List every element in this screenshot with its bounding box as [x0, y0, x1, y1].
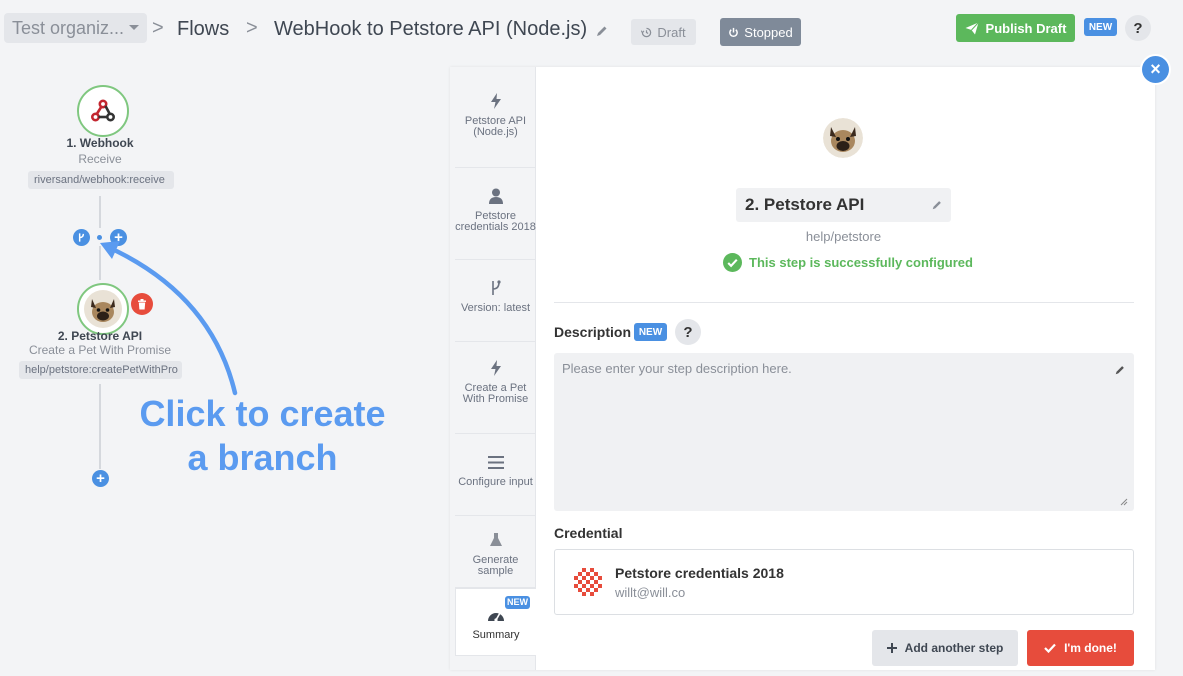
step-webhook-title: 1. Webhook: [66, 136, 134, 150]
history-icon: [641, 27, 652, 37]
flask-icon: [489, 530, 502, 550]
credential-email: willt@will.co: [615, 585, 686, 600]
add-plus-label: +: [96, 470, 105, 487]
tab-summary[interactable]: NEW Summary: [455, 588, 536, 656]
help-label: ?: [1133, 19, 1143, 37]
section-divider: [554, 302, 1134, 303]
description-textarea[interactable]: Please enter your step description here.: [554, 353, 1134, 511]
power-icon: [729, 27, 739, 37]
paper-plane-icon: [965, 21, 979, 34]
tab-label: Configure input: [458, 476, 533, 488]
gauge-icon: [487, 605, 505, 625]
bolt-icon: [490, 91, 501, 111]
add-another-step-button[interactable]: Add another step: [872, 630, 1018, 666]
publish-draft-button[interactable]: Publish Draft: [956, 14, 1075, 42]
description-placeholder: Please enter your step description here.: [562, 361, 792, 376]
credential-logo-icon: [571, 565, 605, 599]
top-header: Test organiz... > Flows > WebHook to Pet…: [0, 0, 1183, 60]
organization-label: Test organiz...: [12, 17, 125, 38]
edit-pencil-icon[interactable]: [1114, 364, 1126, 376]
bolt-icon: [490, 358, 501, 378]
annotation-arrow: [100, 241, 238, 396]
close-label: ×: [1150, 59, 1161, 79]
flow-title: WebHook to Petstore API (Node.js): [274, 18, 588, 40]
tab-action[interactable]: Create a Pet With Promise: [455, 342, 536, 434]
flow-connector: [99, 196, 101, 228]
credential-card[interactable]: Petstore credentials 2018 willt@will.co: [554, 549, 1134, 615]
resize-handle-icon[interactable]: [1120, 498, 1128, 506]
tab-credentials[interactable]: Petstore credentials 2018: [455, 168, 536, 260]
summary-new-badge: NEW: [505, 596, 530, 609]
close-panel-button[interactable]: ×: [1142, 56, 1169, 83]
draft-label: Draft: [657, 24, 686, 40]
annotation-line: Click to create: [139, 393, 386, 434]
description-new-badge: NEW: [634, 323, 667, 341]
step-identifier: help/petstore: [805, 229, 882, 244]
check-icon: [1044, 643, 1056, 653]
stopped-status-button[interactable]: Stopped: [720, 18, 801, 46]
edit-pencil-icon[interactable]: [931, 199, 943, 211]
im-done-button[interactable]: I'm done!: [1027, 630, 1134, 666]
tab-label: Petstore API (Node.js): [464, 115, 527, 138]
done-label: I'm done!: [1064, 641, 1117, 655]
webhook-icon: [91, 99, 115, 122]
status-text: This step is successfully configured: [749, 254, 973, 270]
add-step-end-button[interactable]: +: [92, 470, 109, 487]
tab-generate-sample[interactable]: Generate sample: [455, 516, 536, 588]
plus-icon: [886, 643, 897, 653]
dog-avatar-icon: [823, 118, 863, 158]
check-circle-icon: [723, 252, 742, 272]
organization-select[interactable]: Test organiz...: [4, 13, 147, 43]
tab-label: Version: latest: [460, 302, 531, 314]
description-help-button[interactable]: ?: [675, 319, 701, 345]
step-name: 2. Petstore API: [745, 195, 865, 214]
breadcrumb-separator: >: [152, 17, 164, 39]
step-tabs: Petstore API (Node.js) Petstore credenti…: [450, 67, 536, 670]
breadcrumb-separator: >: [246, 17, 258, 39]
caret-down-icon: [129, 25, 139, 30]
step-webhook-path: riversand/webhook:receive: [28, 171, 174, 189]
step-name-field[interactable]: 2. Petstore API: [736, 188, 951, 222]
annotation-text: Click to create a branch: [120, 392, 405, 480]
stopped-label: Stopped: [744, 24, 793, 40]
status-success: This step is successfully configured: [723, 252, 973, 272]
draft-badge[interactable]: Draft: [631, 19, 696, 45]
tab-label: Petstore credentials 2018: [455, 210, 536, 233]
branch-icon: [490, 278, 502, 298]
annotation-line: a branch: [187, 437, 338, 478]
user-icon: [488, 186, 503, 206]
tab-version[interactable]: Version: latest: [455, 260, 536, 342]
step-webhook-node[interactable]: [77, 85, 129, 137]
tab-label: Create a Pet With Promise: [462, 382, 529, 405]
publish-label: Publish Draft: [985, 20, 1067, 36]
credential-label: Credential: [554, 525, 623, 541]
create-branch-button[interactable]: [73, 229, 90, 246]
step-avatar: [823, 118, 863, 158]
tab-app[interactable]: Petstore API (Node.js): [455, 83, 536, 168]
add-step-label: Add another step: [904, 641, 1004, 655]
branch-icon: [78, 233, 85, 242]
edit-title-pencil-icon[interactable]: [595, 24, 609, 38]
breadcrumb-flows-link[interactable]: Flows: [177, 17, 229, 41]
help-button[interactable]: ?: [1125, 15, 1151, 41]
tab-configure-input[interactable]: Configure input: [455, 434, 536, 516]
step-webhook-subtitle: Receive: [78, 152, 122, 166]
tab-label: Generate sample: [472, 554, 519, 577]
bars-icon: [487, 452, 504, 472]
help-label: ?: [683, 323, 693, 341]
new-badge: NEW: [1084, 18, 1117, 36]
description-label: Description: [554, 324, 632, 340]
credential-name: Petstore credentials 2018: [615, 565, 784, 581]
tab-label: Summary: [472, 629, 520, 641]
